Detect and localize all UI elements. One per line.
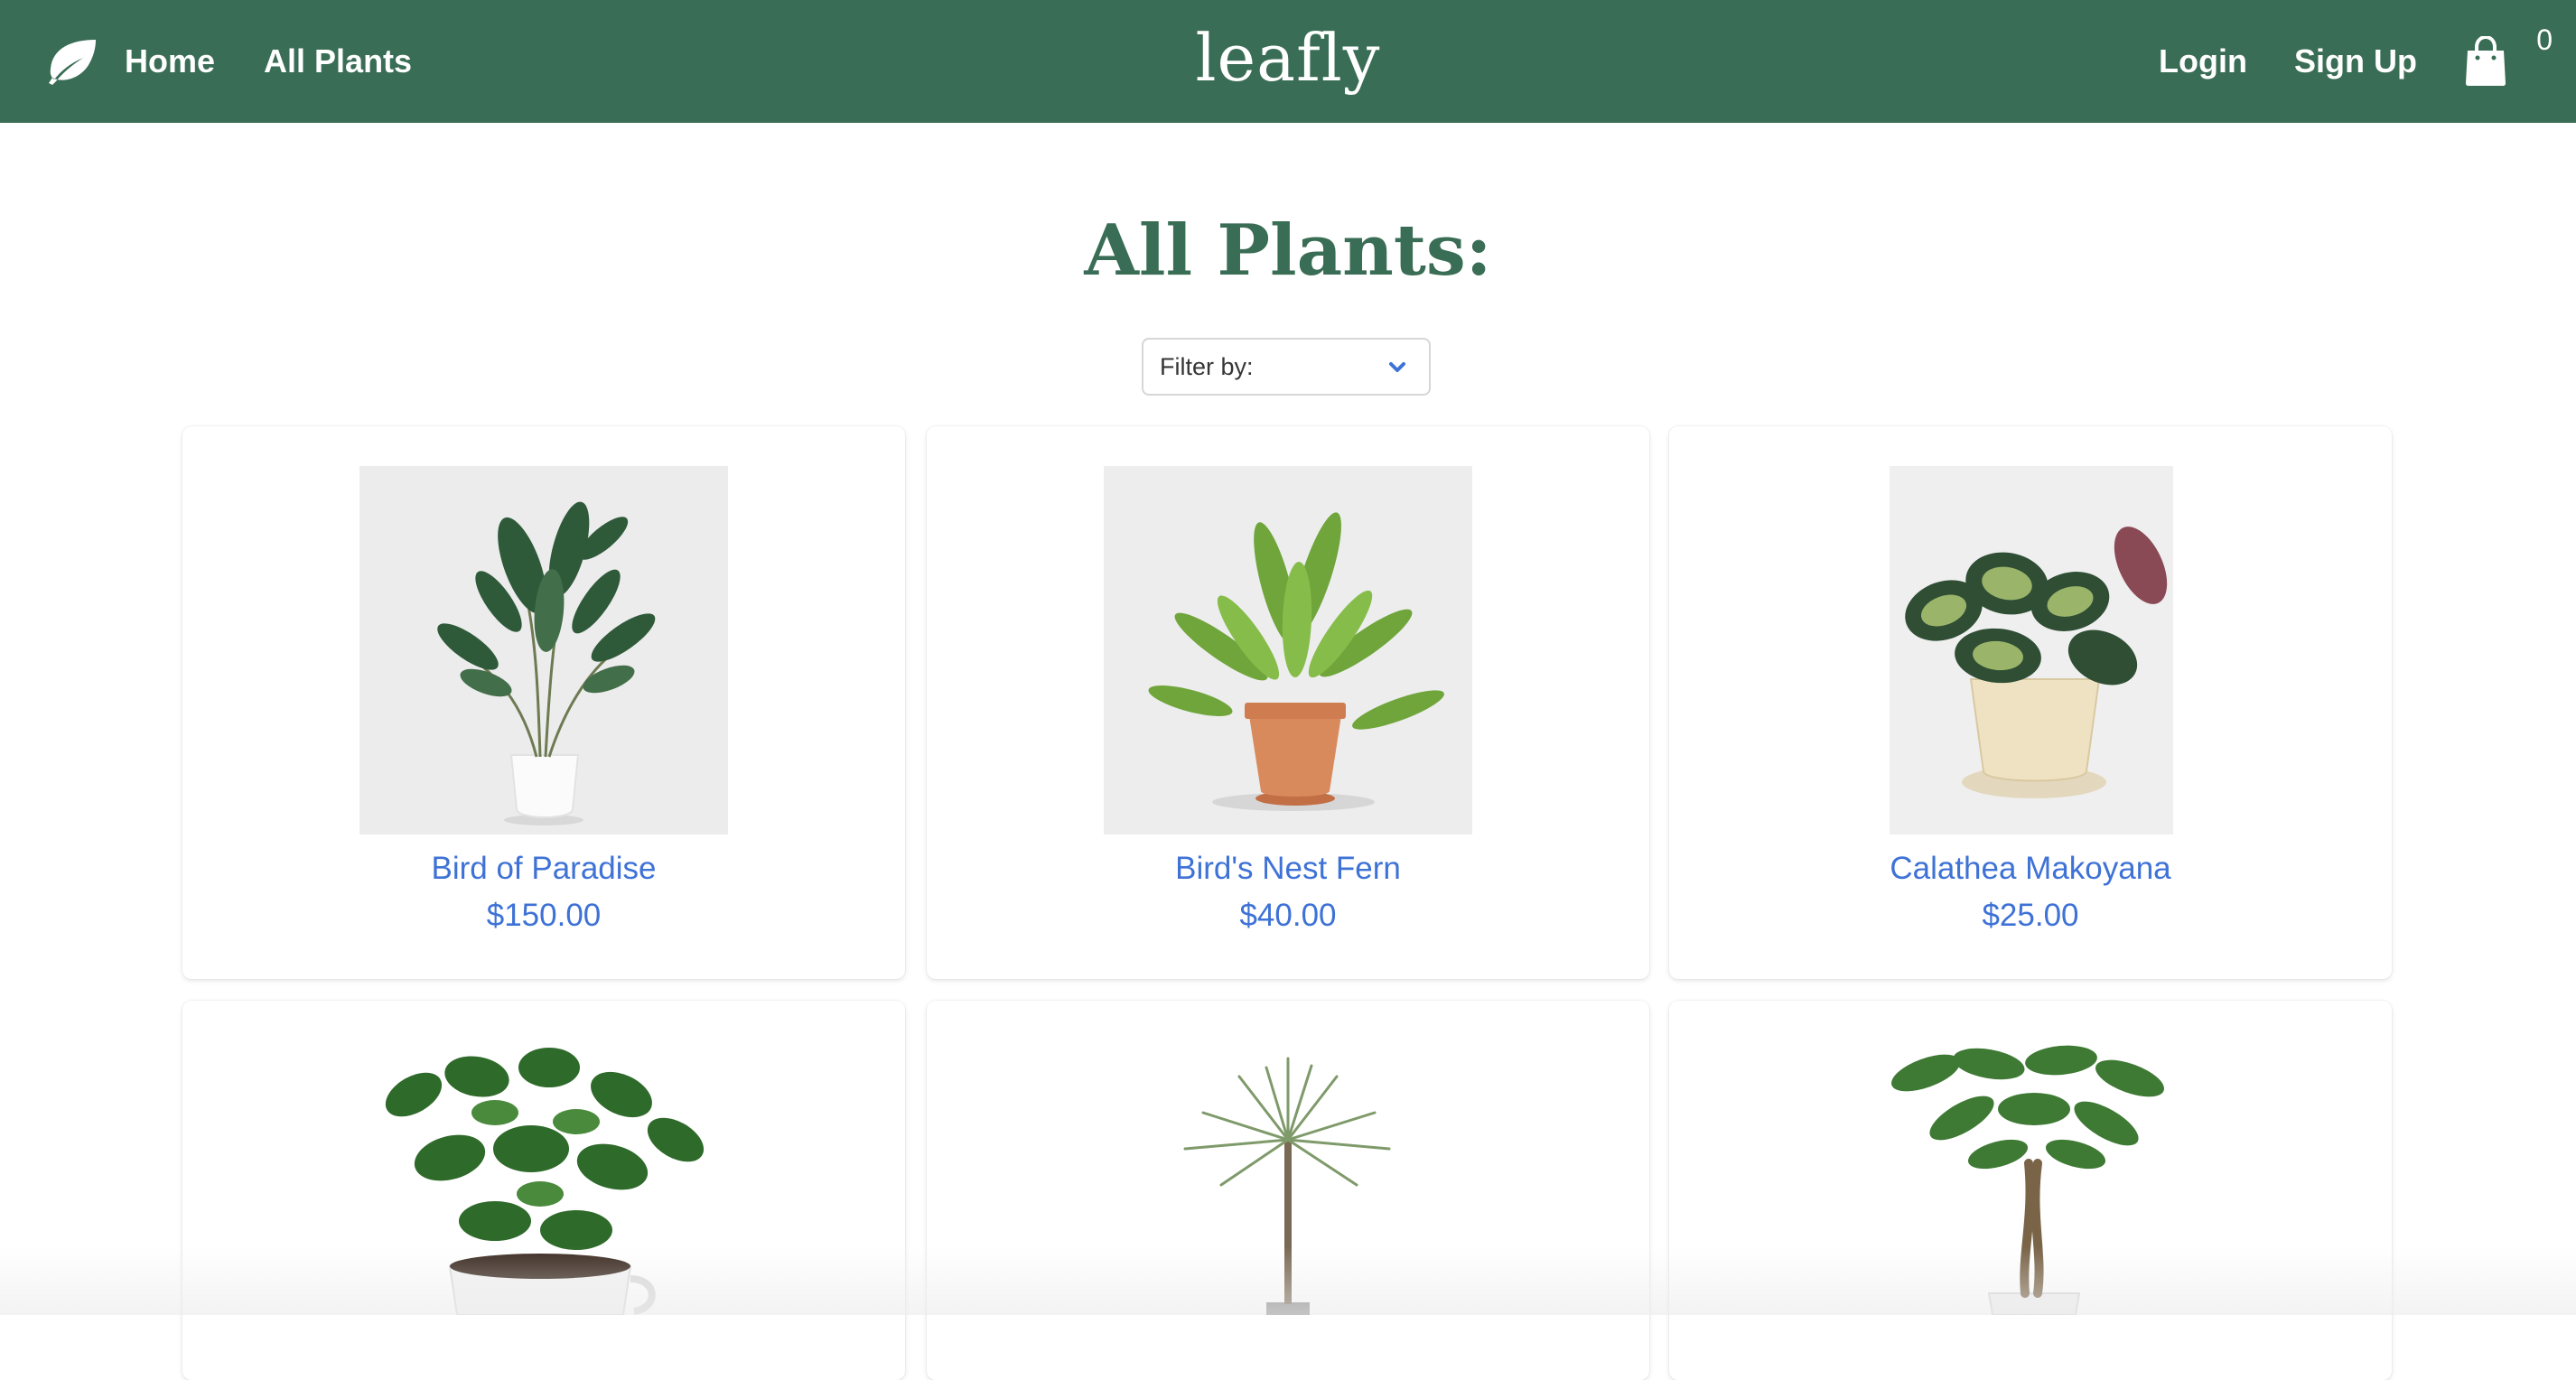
product-price: $40.00 — [1239, 898, 1337, 933]
product-card[interactable]: Calathea Makoyana $25.00 — [1669, 426, 2392, 979]
chevron-down-icon — [1389, 362, 1405, 372]
product-image[interactable] — [1104, 1040, 1472, 1315]
bird-of-paradise-image — [359, 466, 728, 835]
product-name-link[interactable]: Bird of Paradise — [182, 851, 905, 887]
birds-nest-fern-image — [1104, 466, 1472, 835]
page-title: All Plants: — [1084, 210, 1492, 292]
product-image[interactable] — [359, 466, 728, 835]
cart-button[interactable] — [2464, 34, 2507, 87]
money-tree-image — [1890, 1037, 2173, 1315]
product-card[interactable] — [1669, 1001, 2392, 1380]
product-image[interactable] — [1890, 1037, 2173, 1315]
coffee-plant-image — [359, 1040, 728, 1315]
product-name-link[interactable]: Calathea Makoyana — [1669, 851, 2392, 887]
nav-home-link[interactable]: Home — [125, 42, 215, 80]
nav-left: Home All Plants — [43, 0, 461, 123]
filter-select[interactable]: Filter by: — [1142, 338, 1431, 396]
shopping-bag-icon — [2466, 34, 2506, 86]
product-card[interactable] — [927, 1001, 1649, 1380]
leaf-icon[interactable] — [43, 38, 99, 85]
nav-right: Login Sign Up 0 — [2159, 0, 2576, 123]
product-card[interactable]: Bird of Paradise $150.00 — [182, 426, 905, 979]
product-image[interactable] — [1890, 466, 2173, 835]
calathea-makoyana-image — [1890, 466, 2173, 835]
navbar: Home All Plants leafly Login Sign Up 0 — [0, 0, 2576, 123]
product-image[interactable] — [1104, 466, 1472, 835]
product-image[interactable] — [359, 1040, 728, 1315]
brand-logo[interactable]: leafly — [1196, 20, 1381, 96]
product-price: $150.00 — [486, 898, 602, 933]
product-card[interactable] — [182, 1001, 905, 1380]
nav-signup-link[interactable]: Sign Up — [2294, 42, 2417, 80]
nav-login-link[interactable]: Login — [2159, 42, 2247, 80]
nav-all-plants-link[interactable]: All Plants — [264, 42, 412, 80]
product-card[interactable]: Bird's Nest Fern $40.00 — [927, 426, 1649, 979]
product-price: $25.00 — [1982, 898, 2079, 933]
cart-count-badge: 0 — [2536, 23, 2553, 56]
product-name-link[interactable]: Bird's Nest Fern — [927, 851, 1649, 887]
filter-select-label: Filter by: — [1160, 352, 1254, 380]
dracaena-image — [1104, 1040, 1472, 1315]
